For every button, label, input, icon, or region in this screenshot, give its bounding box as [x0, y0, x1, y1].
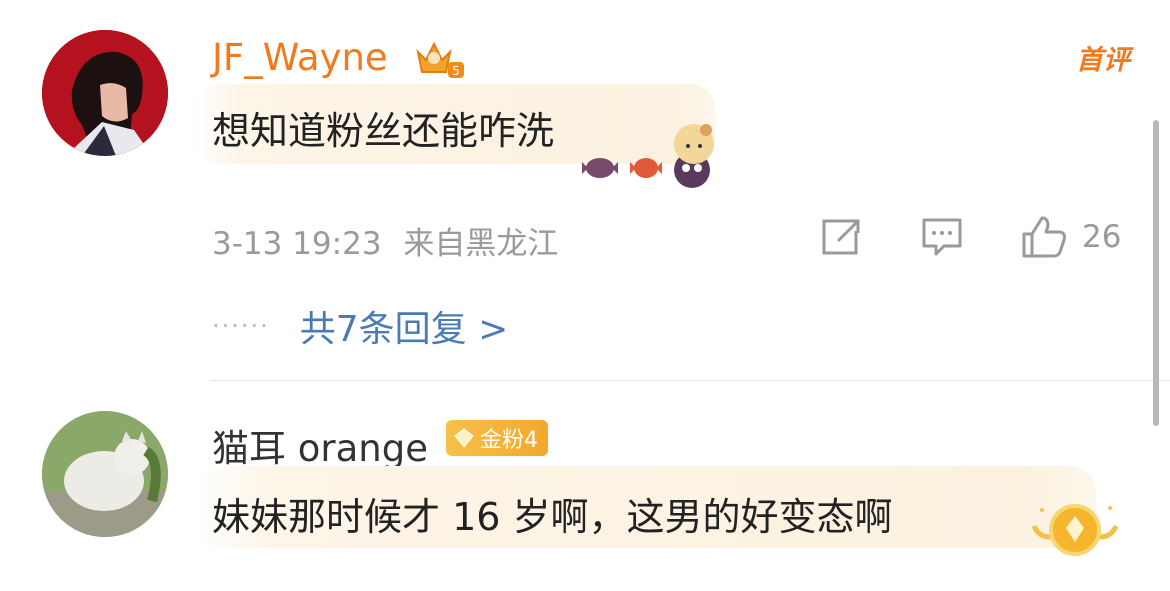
like-button[interactable]: 26: [1020, 214, 1121, 260]
crown-level-badge-icon[interactable]: 5: [412, 38, 468, 82]
share-button[interactable]: [818, 214, 862, 260]
replies-dots: ······: [212, 312, 270, 340]
username[interactable]: 猫耳 orange: [212, 418, 428, 472]
comment-icon: [922, 218, 962, 256]
comment-text: 想知道粉丝还能咋洗: [212, 109, 555, 153]
replies-label: 共7条回复 >: [299, 309, 509, 350]
comment-location: 来自黑龙江: [403, 226, 559, 262]
svg-text:5: 5: [452, 64, 460, 78]
view-replies-link[interactable]: ······ 共7条回复 >: [212, 300, 508, 352]
share-icon: [822, 219, 860, 255]
comment-button[interactable]: [920, 214, 964, 260]
avatar-image: [42, 411, 168, 537]
avatar-image: [42, 30, 168, 156]
first-comment-tag: 首评: [1076, 45, 1130, 76]
like-count: 26: [1082, 219, 1122, 255]
comment-meta: 3-13 19:23 来自黑龙江: [212, 218, 558, 263]
comment-item: JF_Wayne 5 首评 想知道粉丝还能咋洗 3-13 19:23 来自黑龙江: [0, 0, 1170, 380]
like-icon: [1022, 216, 1066, 258]
gold-medal-sticker-icon: [1030, 496, 1120, 570]
fan-level-label: 金粉4: [480, 428, 538, 453]
diamond-icon: [454, 428, 474, 448]
avatar[interactable]: [42, 30, 168, 156]
comment-time: 3-13 19:23: [212, 226, 382, 262]
avatar[interactable]: [42, 411, 168, 537]
candy-doll-sticker-icon: [580, 120, 730, 194]
comment-text: 妹妹那时候才 16 岁啊，这男的好变态啊: [212, 495, 893, 539]
fan-level-badge[interactable]: 金粉4: [446, 420, 548, 456]
username[interactable]: JF_Wayne: [212, 36, 388, 79]
